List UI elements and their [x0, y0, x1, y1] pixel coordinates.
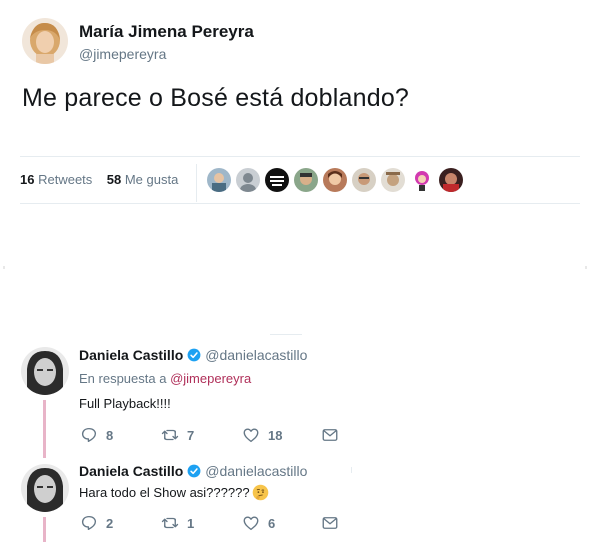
likes-stat[interactable]: 58 Me gusta [107, 172, 179, 187]
liker-avatar-8[interactable] [410, 168, 434, 192]
liker-avatar-1[interactable] [207, 168, 231, 192]
reply-count: 8 [106, 427, 114, 443]
reply-button[interactable]: 2 [80, 514, 113, 532]
reply-button[interactable]: 8 [80, 426, 113, 444]
author-avatar[interactable] [22, 18, 68, 64]
liker-avatar-6[interactable] [352, 168, 376, 192]
verified-badge-icon [187, 348, 201, 362]
retweet-icon [161, 429, 179, 441]
reply-text: Hara todo el Show asi?????? [79, 484, 269, 501]
tweet-stats: 16 Retweets 58 Me gusta [20, 172, 178, 187]
author-name[interactable]: María Jimena Pereyra [79, 22, 254, 42]
envelope-icon [322, 429, 338, 441]
reply-author-name[interactable]: Daniela Castillo [79, 347, 183, 363]
heart-icon [243, 516, 259, 531]
author-handle[interactable]: @jimepereyra [79, 46, 166, 62]
reply-avatar[interactable] [21, 347, 69, 395]
edge-mark-right [585, 266, 587, 269]
reply-author-name[interactable]: Daniela Castillo [79, 463, 183, 479]
thread-connector [43, 517, 46, 542]
direct-message-button[interactable] [321, 514, 339, 532]
edge-mark-reply2 [351, 467, 352, 473]
reply-header: Daniela Castillo @danielacastillo [79, 347, 307, 363]
retweet-count: 7 [187, 427, 195, 443]
liker-avatar-3[interactable] [265, 168, 289, 192]
direct-message-button[interactable] [321, 426, 339, 444]
reply-author-handle[interactable]: @danielacastillo [205, 463, 307, 479]
reply-author-handle[interactable]: @danielacastillo [205, 347, 307, 363]
envelope-icon [322, 517, 338, 529]
thinking-face-emoji [252, 484, 268, 501]
stats-separator [196, 164, 197, 202]
stats-top-divider [20, 156, 580, 157]
reply-count: 2 [106, 515, 114, 531]
retweet-button[interactable]: 1 [161, 514, 194, 532]
in-reply-to-handle-link[interactable]: @jimepereyra [170, 371, 251, 386]
like-button[interactable]: 6 [242, 514, 275, 532]
replies-top-mark [270, 334, 302, 335]
heart-icon [243, 428, 259, 443]
retweet-count: 1 [187, 515, 195, 531]
liker-avatar-4[interactable] [294, 168, 318, 192]
retweets-stat[interactable]: 16 Retweets [20, 172, 92, 187]
liker-avatar-9[interactable] [439, 168, 463, 192]
like-count: 18 [268, 427, 283, 443]
liker-avatar-2[interactable] [236, 168, 260, 192]
thread-connector [43, 400, 46, 458]
verified-badge-icon [187, 464, 201, 478]
reply-text: Full Playback!!!! [79, 396, 171, 411]
reply-icon [81, 427, 97, 443]
in-reply-to: En respuesta a @jimepereyra [79, 371, 252, 386]
reply-header: Daniela Castillo @danielacastillo [79, 463, 307, 479]
retweet-icon [161, 517, 179, 529]
tweet-text: Me parece o Bosé está doblando? [22, 84, 410, 112]
reply-avatar[interactable] [21, 464, 69, 512]
like-button[interactable]: 18 [242, 426, 282, 444]
liker-avatar-5[interactable] [323, 168, 347, 192]
retweet-button[interactable]: 7 [161, 426, 194, 444]
stats-bottom-divider [20, 203, 580, 204]
reply-icon [81, 515, 97, 531]
edge-mark-left [3, 266, 5, 269]
liker-avatar-7[interactable] [381, 168, 405, 192]
like-count: 6 [268, 515, 276, 531]
